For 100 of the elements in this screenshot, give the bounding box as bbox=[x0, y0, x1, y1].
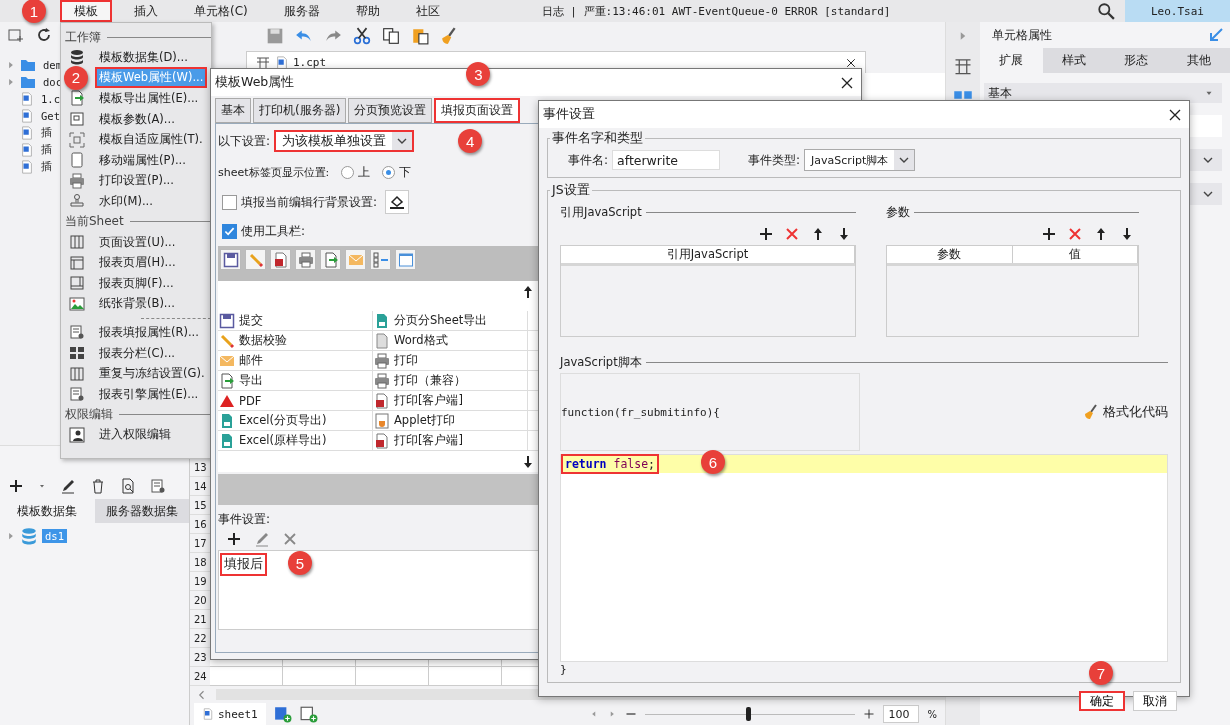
list-item[interactable]: 数据校验 bbox=[239, 333, 287, 348]
paste-icon[interactable] bbox=[411, 26, 429, 45]
color-button[interactable] bbox=[385, 190, 410, 214]
export-icon[interactable] bbox=[322, 251, 339, 268]
scissors-icon[interactable] bbox=[353, 26, 371, 45]
tab[interactable]: 扩展 bbox=[980, 48, 1043, 73]
dropdown[interactable]: JavaScript脚本 bbox=[804, 149, 916, 171]
checkbox[interactable] bbox=[222, 194, 237, 210]
input-field[interactable]: afterwrite bbox=[612, 150, 721, 170]
list-item[interactable]: 提交 bbox=[239, 313, 263, 328]
save-icon[interactable] bbox=[266, 26, 284, 45]
menu-item[interactable]: 模板数据集(D)... bbox=[97, 48, 190, 66]
menu-item[interactable]: 报表页眉(H)... bbox=[97, 254, 178, 272]
menu-item[interactable]: 社区 bbox=[401, 0, 454, 22]
menu-item[interactable]: 纸张背景(B)... bbox=[97, 295, 177, 313]
list-item[interactable]: 填报后 bbox=[220, 553, 267, 576]
menu-item[interactable]: 帮助 bbox=[341, 0, 394, 22]
menu-item[interactable]: 单元格(C) bbox=[180, 0, 262, 22]
tree-item[interactable]: 1.c bbox=[38, 91, 63, 106]
menu-item[interactable]: 进入权限编辑 bbox=[97, 426, 173, 444]
add-form-icon[interactable] bbox=[299, 705, 318, 723]
tree-item[interactable]: 插 bbox=[38, 124, 55, 141]
menu-item[interactable]: 报表页脚(F)... bbox=[97, 274, 176, 292]
list-item[interactable]: 打印（兼容） bbox=[394, 373, 466, 388]
list-item[interactable]: PDF bbox=[239, 393, 262, 408]
row-number: 19 bbox=[190, 572, 210, 591]
list-item[interactable]: 邮件 bbox=[239, 353, 263, 368]
menu-item[interactable]: 模板 bbox=[60, 0, 112, 22]
grid-icon[interactable] bbox=[953, 56, 973, 76]
list-item[interactable]: 打印 bbox=[394, 353, 418, 368]
window-icon[interactable] bbox=[397, 251, 414, 268]
list-item[interactable]: Excel(原样导出) bbox=[239, 433, 327, 448]
list-item[interactable]: Applet打印 bbox=[394, 413, 456, 428]
new-folder-icon[interactable] bbox=[8, 27, 24, 43]
document-icon[interactable] bbox=[272, 251, 289, 268]
pencil-icon[interactable] bbox=[60, 478, 76, 494]
user-name[interactable]: Leo.Tsai bbox=[1125, 0, 1230, 22]
preview-icon[interactable] bbox=[120, 478, 136, 494]
zoom-in-icon[interactable] bbox=[863, 708, 876, 720]
menu-item[interactable]: 打印设置(P)... bbox=[97, 172, 176, 190]
tab[interactable]: 分页预览设置 bbox=[348, 98, 433, 123]
slider-thumb[interactable] bbox=[746, 707, 752, 721]
tree-item[interactable]: Get bbox=[38, 108, 63, 123]
menu-item[interactable]: 报表填报属性(R)... bbox=[97, 323, 201, 341]
menu-item[interactable]: 插入 bbox=[120, 0, 172, 22]
refresh-icon[interactable] bbox=[36, 27, 52, 43]
menu-item[interactable]: 移动端属性(P)... bbox=[97, 151, 188, 169]
row-number: 15 bbox=[190, 496, 210, 515]
menu-item[interactable]: 模板导出属性(E)... bbox=[97, 90, 201, 107]
sheet-tab[interactable]: sheet1 bbox=[194, 703, 266, 725]
list-item[interactable]: 打印[客户端] bbox=[394, 433, 463, 448]
tab[interactable]: 样式 bbox=[1042, 48, 1105, 73]
menu-item[interactable]: 重复与冻结设置(G). bbox=[97, 365, 207, 383]
plus-icon[interactable] bbox=[1041, 226, 1057, 242]
dialog-button[interactable]: 取消 bbox=[1133, 691, 1177, 711]
tree-item[interactable]: 插 bbox=[38, 141, 55, 158]
dialog-button[interactable]: 确定 bbox=[1079, 691, 1125, 711]
add-sheet-icon[interactable] bbox=[273, 705, 292, 723]
menu-item[interactable]: 报表分栏(C)... bbox=[97, 344, 177, 362]
list-icon[interactable] bbox=[372, 251, 389, 268]
delete-icon[interactable] bbox=[1067, 226, 1083, 242]
form-icon[interactable] bbox=[150, 478, 166, 494]
tree-item[interactable]: 插 bbox=[38, 158, 55, 175]
menu-item[interactable]: 服务器 bbox=[269, 0, 334, 22]
plus-icon[interactable] bbox=[226, 531, 242, 547]
format-button[interactable]: 格式化代码 bbox=[1083, 403, 1168, 421]
section-header[interactable]: 基本 bbox=[984, 83, 1222, 103]
list-item[interactable]: 打印[客户端] bbox=[394, 393, 463, 408]
tab[interactable]: 形态 bbox=[1105, 48, 1168, 73]
tab[interactable]: 服务器数据集 bbox=[94, 499, 189, 523]
arrow-icon[interactable] bbox=[1208, 27, 1224, 43]
radio-button[interactable] bbox=[341, 166, 355, 179]
menu-item[interactable]: 模板自适应属性(T). bbox=[97, 131, 205, 149]
list-item[interactable]: Word格式 bbox=[394, 333, 448, 348]
zoom-field[interactable]: 100 bbox=[883, 705, 920, 723]
close-icon[interactable] bbox=[845, 56, 857, 69]
menu-item[interactable]: 页面设置(U)... bbox=[97, 233, 178, 251]
plus-icon[interactable] bbox=[8, 478, 24, 494]
save-icon[interactable] bbox=[222, 251, 239, 268]
tab[interactable]: 打印机(服务器) bbox=[253, 98, 347, 123]
tab[interactable]: 基本 bbox=[215, 98, 251, 123]
checkbox[interactable] bbox=[222, 224, 237, 239]
plus-icon[interactable] bbox=[758, 226, 774, 242]
menu-item[interactable]: 模板参数(A)... bbox=[97, 110, 177, 128]
list-item[interactable]: 导出 bbox=[239, 373, 263, 388]
columns-icon bbox=[69, 234, 85, 251]
tab[interactable]: 填报页面设置 bbox=[434, 98, 521, 123]
list-item[interactable]: 分页分Sheet导出 bbox=[394, 313, 488, 328]
copy-icon[interactable] bbox=[382, 26, 400, 45]
delete-icon[interactable] bbox=[784, 226, 800, 242]
tab[interactable]: 其他 bbox=[1167, 48, 1230, 73]
printer-icon[interactable] bbox=[297, 251, 314, 268]
list-item[interactable]: Excel(分页导出) bbox=[239, 413, 327, 428]
menu-item[interactable]: 报表引擎属性(E)... bbox=[97, 385, 201, 403]
search-icon[interactable] bbox=[1097, 2, 1115, 20]
dropdown[interactable]: 为该模板单独设置 bbox=[274, 130, 415, 152]
broom-icon[interactable] bbox=[440, 26, 458, 45]
menu-item[interactable]: 水印(M)... bbox=[97, 192, 155, 210]
trash-icon[interactable] bbox=[90, 478, 106, 494]
radio-button[interactable] bbox=[382, 166, 396, 179]
